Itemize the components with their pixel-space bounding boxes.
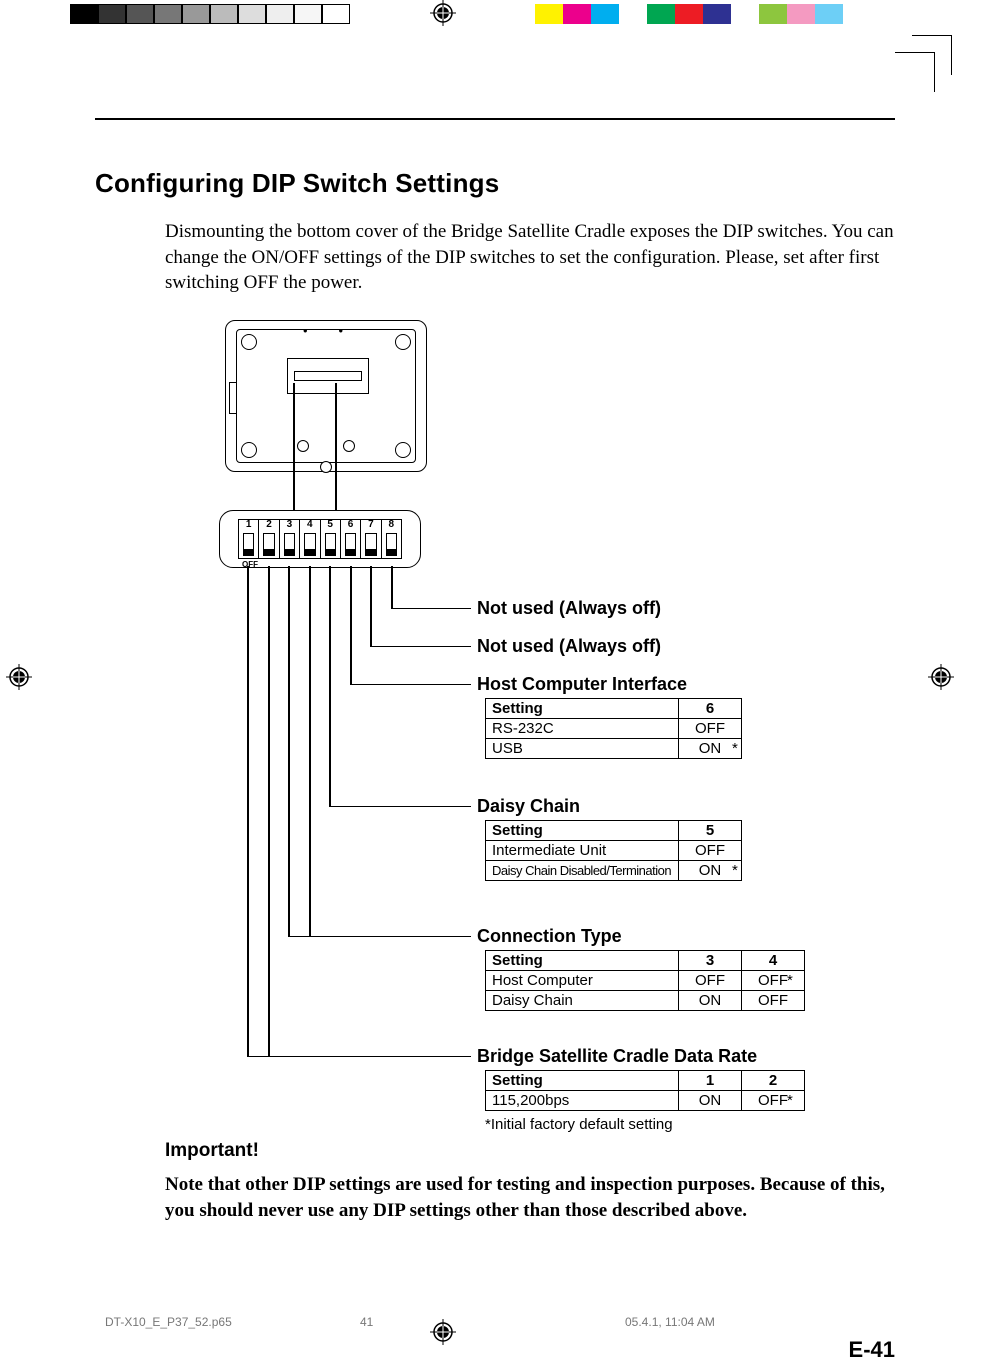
- dip-switch: 2: [259, 520, 279, 558]
- footer-datetime: 05.4.1, 11:04 AM: [625, 1315, 715, 1329]
- leader-line: [391, 566, 393, 608]
- label-connection-type: Connection Type: [477, 926, 622, 947]
- crop-mark: [934, 52, 935, 92]
- td: OFF: [679, 718, 742, 738]
- th: 6: [679, 698, 742, 718]
- leader-line: [293, 383, 295, 510]
- dip-switch: 3: [280, 520, 300, 558]
- leader-line: [247, 1056, 471, 1058]
- th: 2: [742, 1070, 805, 1090]
- td: ON: [679, 1090, 742, 1110]
- registration-mark-icon: [928, 664, 954, 690]
- table-connection-type: Setting34 Host ComputerOFFOFF Daisy Chai…: [485, 950, 805, 1011]
- default-star: *: [732, 862, 738, 879]
- leader-line: [268, 566, 270, 1056]
- page-number: E-41: [849, 1337, 895, 1363]
- th: 4: [742, 950, 805, 970]
- td: 115,200bps: [486, 1090, 679, 1110]
- dip-switch: 1: [239, 520, 259, 558]
- print-swatches-color: [535, 4, 871, 24]
- default-star: *: [732, 740, 738, 757]
- leader-line: [370, 566, 372, 646]
- registration-mark-icon: [6, 664, 32, 690]
- leader-line: [329, 566, 331, 806]
- td: OFF: [679, 970, 742, 990]
- td: USB: [486, 738, 679, 758]
- td: ON: [679, 990, 742, 1010]
- crop-mark: [895, 52, 935, 53]
- table-daisy-chain: Setting5 Intermediate UnitOFF Daisy Chai…: [485, 820, 742, 881]
- important-block: Important! Note that other DIP settings …: [165, 1140, 895, 1223]
- dip-off-label: OFF: [242, 560, 258, 569]
- default-star: *: [787, 972, 793, 989]
- td: OFF: [742, 970, 805, 990]
- td: Intermediate Unit: [486, 840, 679, 860]
- label-not-used-8: Not used (Always off): [477, 598, 661, 619]
- diagram: ● ● 12345678 OFF Not use: [165, 320, 895, 1140]
- crop-mark: [912, 35, 952, 36]
- leader-line: [288, 566, 290, 936]
- leader-line: [350, 684, 471, 686]
- registration-mark-icon: [430, 1319, 456, 1345]
- th: Setting: [486, 1070, 679, 1090]
- crop-mark: [951, 35, 952, 75]
- leader-line: [309, 566, 311, 936]
- leader-line: [335, 383, 337, 510]
- footer-filename: DT-X10_E_P37_52.p65: [105, 1315, 232, 1329]
- th: Setting: [486, 950, 679, 970]
- footnote-default: *Initial factory default setting: [485, 1116, 673, 1133]
- th: Setting: [486, 820, 679, 840]
- leader-line: [329, 806, 471, 808]
- leader-line: [391, 608, 471, 610]
- dip-switch: 7: [361, 520, 381, 558]
- leader-line: [350, 566, 352, 684]
- label-not-used-7: Not used (Always off): [477, 636, 661, 657]
- leader-line: [370, 646, 471, 648]
- th: 3: [679, 950, 742, 970]
- leader-line: [247, 1056, 268, 1058]
- cradle-board: ● ●: [236, 329, 416, 463]
- th: 1: [679, 1070, 742, 1090]
- intro-paragraph: Dismounting the bottom cover of the Brid…: [165, 219, 895, 296]
- dip-switch: 6: [341, 520, 361, 558]
- dip-switch-block: 12345678 OFF: [219, 510, 421, 568]
- header-rule: [95, 118, 895, 120]
- print-swatches-grayscale: [70, 4, 350, 24]
- registration-mark-icon: [430, 0, 456, 26]
- dip-switch: 4: [300, 520, 320, 558]
- footer-page: 41: [360, 1315, 373, 1329]
- table-host-interface: Setting6 RS-232COFF USBON: [485, 698, 742, 759]
- leader-line: [288, 936, 471, 938]
- dip-slot: [287, 358, 369, 394]
- table-data-rate: Setting12 115,200bpsONOFF: [485, 1070, 805, 1111]
- page-heading: Configuring DIP Switch Settings: [95, 168, 895, 199]
- important-text: Note that other DIP settings are used fo…: [165, 1172, 895, 1223]
- td: OFF: [742, 1090, 805, 1110]
- dip-switch: 5: [321, 520, 341, 558]
- td: Daisy Chain: [486, 990, 679, 1010]
- td: Daisy Chain Disabled/Termination: [486, 860, 679, 880]
- th: 5: [679, 820, 742, 840]
- dip-switch: 8: [382, 520, 401, 558]
- label-data-rate: Bridge Satellite Cradle Data Rate: [477, 1046, 757, 1067]
- td: Host Computer: [486, 970, 679, 990]
- label-host-interface: Host Computer Interface: [477, 674, 687, 695]
- leader-line: [247, 566, 249, 1056]
- page-content: Configuring DIP Switch Settings Dismount…: [95, 118, 895, 1223]
- important-heading: Important!: [165, 1140, 895, 1162]
- td: OFF: [679, 840, 742, 860]
- leader-line: [288, 936, 309, 938]
- default-star: *: [787, 1092, 793, 1109]
- th: Setting: [486, 698, 679, 718]
- cradle-outline: ● ●: [225, 320, 427, 472]
- label-daisy-chain: Daisy Chain: [477, 796, 580, 817]
- td: OFF: [742, 990, 805, 1010]
- td: RS-232C: [486, 718, 679, 738]
